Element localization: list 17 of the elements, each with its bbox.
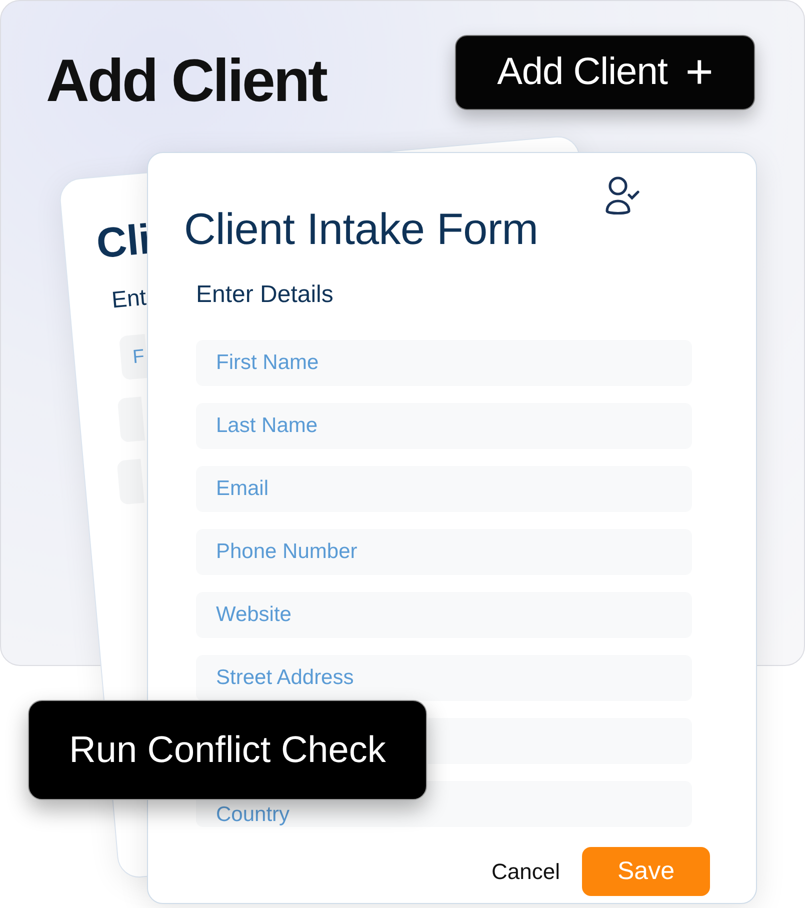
input-field[interactable]: Website <box>196 592 692 638</box>
input-field[interactable]: Email <box>196 466 692 512</box>
form-title: Cli <box>94 215 152 268</box>
input-field[interactable]: First Name <box>196 340 692 386</box>
section-label: Ent <box>110 284 148 314</box>
cancel-button[interactable]: Cancel <box>492 858 560 884</box>
page-title: Add Client <box>46 46 326 115</box>
input-field[interactable] <box>117 396 146 442</box>
section-heading: Enter Details <box>196 281 334 309</box>
input-field[interactable] <box>428 718 692 764</box>
person-check-icon <box>603 175 641 217</box>
input-field[interactable]: Phone Number <box>196 529 692 575</box>
input-field[interactable]: Street Address <box>196 655 692 701</box>
input-field[interactable]: Last Name <box>196 403 692 449</box>
run-conflict-check-button[interactable]: Run Conflict Check <box>28 700 427 800</box>
form-title: Client Intake Form <box>184 205 540 255</box>
add-client-button[interactable]: Add Client + <box>455 35 755 110</box>
